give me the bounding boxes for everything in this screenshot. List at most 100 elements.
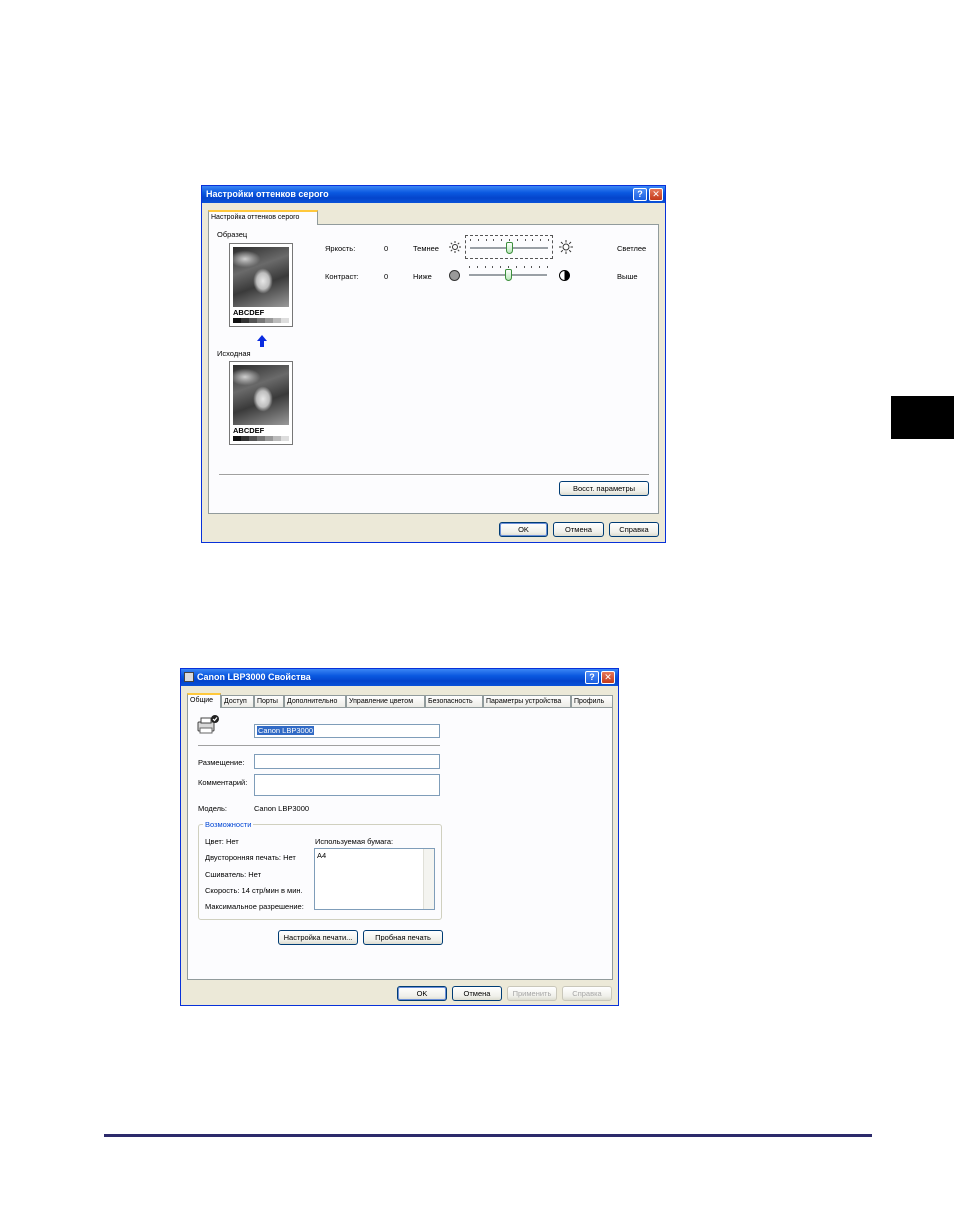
printer-title-icon bbox=[184, 672, 194, 682]
contrast-higher-label: Выше bbox=[617, 272, 638, 281]
help-button[interactable]: Справка bbox=[609, 522, 659, 537]
tab-color-management[interactable]: Управление цветом bbox=[346, 695, 425, 707]
tab-device-settings[interactable]: Параметры устройства bbox=[483, 695, 571, 707]
cancel-button[interactable]: Отмена bbox=[452, 986, 502, 1001]
feature-max-resolution: Максимальное разрешение: bbox=[205, 902, 304, 911]
grayscale-tabstrip: Настройка оттенков серого bbox=[208, 210, 658, 225]
features-groupbox: Возможности Цвет: Нет Двусторонняя печат… bbox=[198, 820, 442, 920]
close-icon[interactable]: ✕ bbox=[649, 188, 663, 201]
ok-button[interactable]: OK bbox=[499, 522, 548, 537]
brightness-value: 0 bbox=[384, 244, 389, 253]
tab-profile[interactable]: Профиль bbox=[571, 695, 613, 707]
tab-general[interactable]: Общие bbox=[187, 693, 221, 708]
contrast-slider-thumb[interactable] bbox=[505, 269, 512, 281]
tab-sharing[interactable]: Доступ bbox=[221, 695, 254, 707]
slider-tick bbox=[539, 266, 540, 268]
slider-tick bbox=[509, 239, 510, 241]
sun-dim-icon bbox=[449, 241, 461, 253]
properties-dialog-title: Canon LBP3000 Свойства bbox=[197, 672, 311, 682]
restore-defaults-button[interactable]: Восст. параметры bbox=[559, 481, 649, 496]
printing-preferences-button[interactable]: Настройка печати... bbox=[278, 930, 358, 945]
general-tab-panel: Canon LBP3000 Размещение: Комментарий: М… bbox=[187, 707, 613, 980]
properties-tabstrip: Общие Доступ Порты Дополнительно Управле… bbox=[187, 693, 613, 708]
help-button[interactable]: Справка bbox=[562, 986, 612, 1001]
features-title: Возможности bbox=[203, 820, 254, 829]
model-label: Модель: bbox=[198, 804, 228, 813]
arrow-up-icon bbox=[257, 335, 267, 347]
apply-button[interactable]: Применить bbox=[507, 986, 557, 1001]
tab-profile-label: Профиль bbox=[574, 698, 605, 705]
printer-name-input[interactable]: Canon LBP3000 bbox=[254, 724, 440, 738]
paper-list-item[interactable]: A4 bbox=[317, 851, 326, 860]
properties-dialog-titlebar[interactable]: Canon LBP3000 Свойства bbox=[181, 669, 618, 686]
slider-tick bbox=[478, 239, 479, 241]
grayscale-settings-dialog: Настройки оттенков серого ? ✕ Настройка … bbox=[201, 185, 666, 543]
printer-properties-dialog: Canon LBP3000 Свойства ? ✕ Общие Доступ … bbox=[180, 668, 619, 1006]
tab-device-settings-label: Параметры устройства bbox=[486, 698, 562, 705]
contrast-slider[interactable] bbox=[465, 263, 553, 287]
cancel-button[interactable]: Отмена bbox=[553, 522, 604, 537]
panel-divider bbox=[219, 474, 649, 476]
sample-gray-swatches bbox=[233, 318, 289, 323]
slider-tick bbox=[469, 266, 470, 268]
tab-security[interactable]: Безопасность bbox=[425, 695, 483, 707]
help-icon[interactable]: ? bbox=[633, 188, 647, 201]
original-preview-image: ABCDEF bbox=[229, 361, 293, 445]
printer-name-value: Canon LBP3000 bbox=[257, 726, 315, 735]
paper-list-scrollbar[interactable] bbox=[423, 849, 434, 909]
sample-preview-image: ABCDEF bbox=[229, 243, 293, 327]
tab-grayscale-settings[interactable]: Настройка оттенков серого bbox=[208, 210, 318, 225]
slider-tick bbox=[540, 239, 541, 241]
contrast-value: 0 bbox=[384, 272, 389, 281]
brightness-slider[interactable] bbox=[465, 235, 553, 259]
sample-preview-text: ABCDEF bbox=[233, 308, 265, 317]
contrast-low-icon bbox=[449, 270, 460, 281]
location-label: Размещение: bbox=[198, 758, 245, 767]
original-label: Исходная bbox=[217, 349, 251, 358]
contrast-high-icon bbox=[559, 270, 570, 281]
original-preview-text: ABCDEF bbox=[233, 426, 265, 435]
slider-tick bbox=[524, 266, 525, 268]
print-test-page-button[interactable]: Пробная печать bbox=[363, 930, 443, 945]
chapter-side-tab bbox=[891, 396, 954, 439]
comment-input[interactable] bbox=[254, 774, 440, 796]
slider-tick bbox=[525, 239, 526, 241]
tab-ports[interactable]: Порты bbox=[254, 695, 284, 707]
original-photo bbox=[233, 365, 289, 425]
grayscale-dialog-titlebar[interactable]: Настройки оттенков серого bbox=[202, 186, 665, 203]
sun-bright-icon bbox=[559, 240, 573, 254]
brightness-darker-label: Темнее bbox=[413, 244, 439, 253]
feature-speed: Скорость: 14 стр/мин в мин. bbox=[205, 886, 303, 895]
slider-tick bbox=[470, 239, 471, 241]
slider-tick bbox=[531, 266, 532, 268]
tab-general-label: Общие bbox=[190, 697, 214, 704]
contrast-lower-label: Ниже bbox=[413, 272, 432, 281]
comment-label: Комментарий: bbox=[198, 778, 248, 787]
name-divider bbox=[198, 745, 440, 746]
brightness-lighter-label: Светлее bbox=[617, 244, 647, 253]
help-icon[interactable]: ? bbox=[585, 671, 599, 684]
original-gray-swatches bbox=[233, 436, 289, 441]
tab-grayscale-settings-label: Настройка оттенков серого bbox=[211, 214, 300, 221]
location-input[interactable] bbox=[254, 754, 440, 769]
brightness-label: Яркость: bbox=[325, 244, 356, 253]
feature-duplex: Двусторонняя печать: Нет bbox=[205, 853, 296, 862]
slider-tick bbox=[501, 239, 502, 241]
brightness-slider-thumb[interactable] bbox=[506, 242, 513, 254]
slider-tick bbox=[508, 266, 509, 268]
slider-tick bbox=[547, 266, 548, 268]
contrast-label: Контраст: bbox=[325, 272, 359, 281]
slider-tick bbox=[548, 239, 549, 241]
ok-button[interactable]: OK bbox=[397, 986, 447, 1001]
paper-label: Используемая бумага: bbox=[315, 837, 394, 846]
tab-advanced[interactable]: Дополнительно bbox=[284, 695, 346, 707]
slider-tick bbox=[516, 266, 517, 268]
tab-advanced-label: Дополнительно bbox=[287, 698, 338, 705]
tab-color-management-label: Управление цветом bbox=[349, 698, 414, 705]
close-icon[interactable]: ✕ bbox=[601, 671, 615, 684]
tab-security-label: Безопасность bbox=[428, 698, 473, 705]
printer-icon bbox=[196, 714, 220, 736]
paper-list[interactable]: A4 bbox=[314, 848, 435, 910]
slider-tick bbox=[486, 239, 487, 241]
tab-sharing-label: Доступ bbox=[224, 698, 247, 705]
